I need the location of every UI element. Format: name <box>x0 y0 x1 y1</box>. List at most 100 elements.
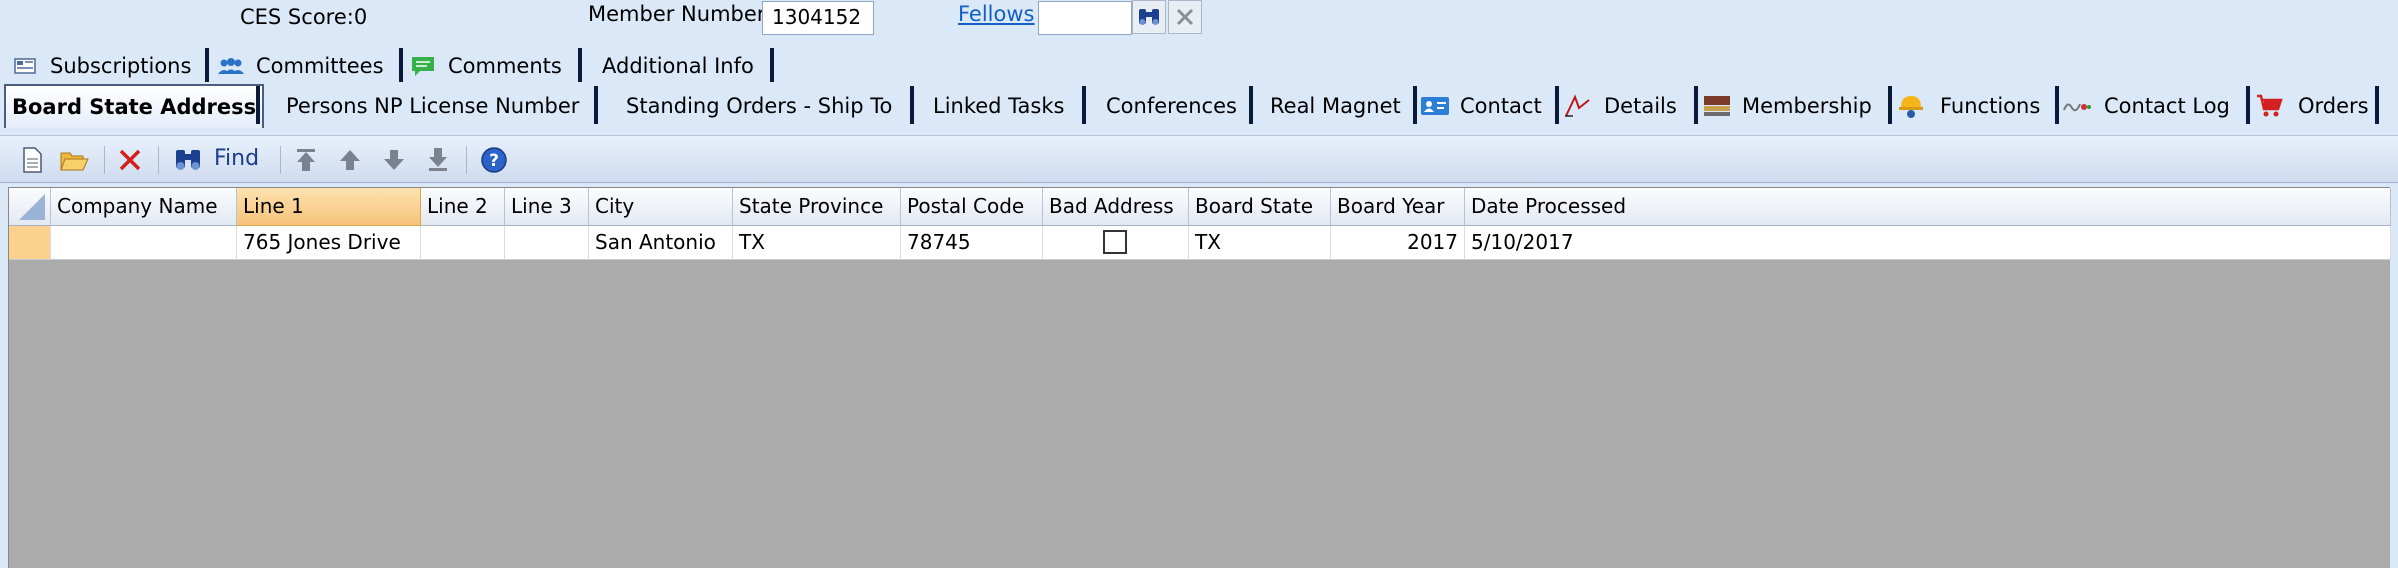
row-selector[interactable] <box>9 226 51 260</box>
tab-separator <box>256 86 260 124</box>
column-header-line-2[interactable]: Line 2 <box>421 188 505 226</box>
toolbar-separator <box>466 146 467 174</box>
cell-city[interactable]: San Antonio <box>589 226 733 260</box>
column-header-bad-address[interactable]: Bad Address <box>1043 188 1189 226</box>
tab-separator <box>910 86 914 124</box>
tab-standing-orders-ship-to[interactable]: Standing Orders - Ship To <box>626 86 892 126</box>
tab-committees[interactable]: Committees <box>216 46 384 86</box>
tab-persons-np-license-number[interactable]: Persons NP License Number <box>286 86 579 126</box>
column-header-company-name[interactable]: Company Name <box>51 188 237 226</box>
tab-comments[interactable]: Comments <box>408 46 562 86</box>
find-button-icon[interactable] <box>172 144 204 176</box>
corner-triangle-icon <box>19 194 45 220</box>
tab-contact-log-label: Contact Log <box>2104 94 2230 118</box>
tab-linked-tasks-label: Linked Tasks <box>933 94 1065 118</box>
arrow-bottom-icon <box>429 148 447 171</box>
move-up-button[interactable] <box>334 144 366 176</box>
open-button[interactable] <box>58 144 90 176</box>
tab-conferences[interactable]: Conferences <box>1106 86 1237 126</box>
column-header-board-state[interactable]: Board State <box>1189 188 1331 226</box>
toolbar-separator <box>104 146 105 174</box>
tab-functions-label: Functions <box>1940 94 2041 118</box>
cart-icon <box>2254 93 2284 119</box>
clear-button[interactable] <box>1168 0 1202 34</box>
fellows-field[interactable] <box>1038 1 1132 35</box>
tab-orders-label: Orders <box>2298 94 2369 118</box>
cell-company-name[interactable] <box>51 226 237 260</box>
address-grid[interactable]: Company Name Line 1 Line 2 Line 3 City S… <box>8 187 2391 568</box>
tab-membership[interactable]: Membership <box>1702 86 1872 126</box>
tab-separator <box>2055 86 2059 124</box>
people-icon <box>216 53 246 79</box>
tab-separator <box>594 86 598 124</box>
contact-log-icon <box>2062 93 2092 119</box>
tab-real-magnet[interactable]: Real Magnet <box>1270 86 1401 126</box>
pen-icon <box>1562 93 1592 119</box>
tab-contact-label: Contact <box>1460 94 1542 118</box>
subscriptions-icon <box>10 53 40 79</box>
tab-membership-label: Membership <box>1742 94 1872 118</box>
new-button[interactable] <box>16 144 48 176</box>
move-down-button[interactable] <box>378 144 410 176</box>
contact-card-icon <box>1420 93 1450 119</box>
bad-address-checkbox[interactable] <box>1103 230 1127 254</box>
cell-date-processed[interactable]: 5/10/2017 <box>1465 226 2391 260</box>
tab-separator <box>770 48 774 82</box>
svg-text:?: ? <box>489 151 499 171</box>
tab-persons-np-license-number-label: Persons NP License Number <box>286 94 580 118</box>
column-header-line-3[interactable]: Line 3 <box>505 188 589 226</box>
tab-contact-log[interactable]: Contact Log <box>2062 86 2230 126</box>
cell-line-2[interactable] <box>421 226 505 260</box>
cell-postal-code[interactable]: 78745 <box>901 226 1043 260</box>
member-number-field[interactable]: 1304152 <box>762 1 874 35</box>
column-header-postal-code[interactable]: Postal Code <box>901 188 1043 226</box>
cell-line-3[interactable] <box>505 226 589 260</box>
tab-subscriptions[interactable]: Subscriptions <box>10 46 191 86</box>
tab-additional-info[interactable]: Additional Info <box>602 46 754 86</box>
tab-committees-label: Committees <box>256 54 384 78</box>
column-header-city[interactable]: City <box>589 188 733 226</box>
cell-state-province[interactable]: TX <box>733 226 901 260</box>
column-header-board-year[interactable]: Board Year <box>1331 188 1465 226</box>
delete-button[interactable] <box>114 144 146 176</box>
tab-standing-orders-ship-to-label: Standing Orders - Ship To <box>626 94 893 118</box>
tab-linked-tasks[interactable]: Linked Tasks <box>933 86 1064 126</box>
cell-board-state[interactable]: TX <box>1189 226 1331 260</box>
tab-orders[interactable]: Orders <box>2254 86 2369 126</box>
tab-details[interactable]: Details <box>1562 86 1677 126</box>
tab-conferences-label: Conferences <box>1106 94 1237 118</box>
tab-separator <box>1082 86 1086 124</box>
tab-real-magnet-label: Real Magnet <box>1270 94 1401 118</box>
help-button[interactable]: ? <box>478 144 510 176</box>
hardhat-icon <box>1896 93 1926 119</box>
arrow-top-icon <box>297 149 315 171</box>
column-header-line-1[interactable]: Line 1 <box>237 188 421 226</box>
tab-additional-info-label: Additional Info <box>602 54 754 78</box>
move-first-button[interactable] <box>290 144 322 176</box>
find-button[interactable]: Find <box>214 146 259 171</box>
comment-icon <box>408 53 438 79</box>
fellows-link[interactable]: Fellows <box>958 2 1034 26</box>
select-all-corner[interactable] <box>9 188 51 226</box>
tab-functions[interactable]: Functions <box>1896 86 2040 126</box>
tab-details-label: Details <box>1604 94 1677 118</box>
tab-subscriptions-label: Subscriptions <box>50 54 192 78</box>
toolbar-separator <box>280 146 281 174</box>
cell-line-1[interactable]: 765 Jones Drive <box>237 226 421 260</box>
tab-separator <box>2375 86 2379 124</box>
tab-separator <box>1694 86 1698 124</box>
binoculars-search-button[interactable] <box>1132 0 1166 34</box>
tab-board-state-address[interactable]: Board State Address <box>4 84 265 128</box>
cell-board-year[interactable]: 2017 <box>1331 226 1465 260</box>
tab-contact[interactable]: Contact <box>1420 86 1542 126</box>
column-header-date-processed[interactable]: Date Processed <box>1465 188 2391 226</box>
application-window: CES Score:0 Member Number 1304152 Fellow… <box>0 0 2398 568</box>
delete-icon <box>119 149 141 171</box>
move-last-button[interactable] <box>422 144 454 176</box>
cell-bad-address[interactable] <box>1043 226 1189 260</box>
arrow-down-icon <box>384 150 404 170</box>
column-header-state-province[interactable]: State Province <box>733 188 901 226</box>
tab-board-state-address-label: Board State Address <box>12 95 257 119</box>
tab-separator <box>1888 86 1892 124</box>
grid-toolbar: Find ? <box>0 135 2398 183</box>
